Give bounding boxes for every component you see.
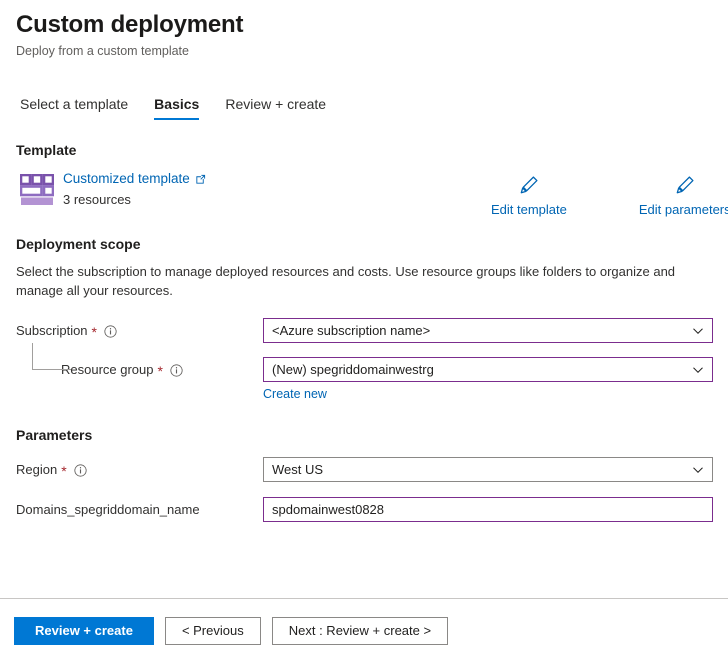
subscription-value: <Azure subscription name> — [272, 319, 686, 342]
template-resource-count: 3 resources — [63, 191, 206, 208]
domain-name-label: Domains_spegriddomain_name — [16, 501, 200, 519]
external-link-icon — [195, 174, 206, 185]
subscription-dropdown[interactable]: <Azure subscription name> — [263, 318, 713, 343]
resource-group-label-group: Resource group * — [16, 357, 263, 379]
template-grid-icon — [20, 174, 54, 206]
next-review-create-button[interactable]: Next : Review + create > — [272, 617, 448, 645]
deployment-scope-description: Select the subscription to manage deploy… — [16, 262, 676, 300]
tab-select-a-template[interactable]: Select a template — [20, 95, 128, 120]
resource-group-value: (New) spegriddomainwestrg — [272, 358, 686, 381]
page-header: Custom deployment Deploy from a custom t… — [0, 0, 728, 60]
page-title: Custom deployment — [16, 10, 728, 40]
edit-parameters-label: Edit parameters — [639, 202, 728, 218]
template-summary-row: Customized template 3 resources Edit tem… — [16, 170, 712, 214]
customized-template-label: Customized template — [63, 170, 190, 188]
required-indicator: * — [158, 364, 163, 378]
domain-name-input[interactable] — [263, 497, 713, 522]
create-new-resource-group-link[interactable]: Create new — [263, 386, 327, 403]
info-icon[interactable] — [104, 325, 117, 338]
customized-template-link[interactable]: Customized template — [63, 170, 206, 188]
chevron-down-icon — [692, 464, 704, 476]
previous-button[interactable]: < Previous — [165, 617, 261, 645]
page-subtitle: Deploy from a custom template — [16, 43, 728, 60]
info-icon[interactable] — [170, 364, 183, 377]
chevron-down-icon — [692, 364, 704, 376]
resource-group-row: Resource group * (New) spegriddomainwest… — [16, 357, 712, 403]
deployment-scope-heading: Deployment scope — [16, 236, 712, 252]
region-field-col: West US — [263, 457, 712, 482]
region-label: Region — [16, 461, 57, 479]
tab-review-create[interactable]: Review + create — [225, 95, 326, 120]
subscription-field-col: <Azure subscription name> — [263, 318, 712, 343]
review-create-button[interactable]: Review + create — [14, 617, 154, 645]
domain-name-row: Domains_spegriddomain_name — [16, 497, 712, 522]
region-value: West US — [272, 458, 686, 481]
domain-name-field-col — [263, 497, 712, 522]
parameters-heading: Parameters — [16, 427, 712, 443]
edit-template-action[interactable]: Edit template — [491, 174, 567, 218]
subscription-row: Subscription * <Azure subscription name> — [16, 318, 712, 343]
chevron-down-icon — [692, 325, 704, 337]
template-section-heading: Template — [16, 142, 712, 158]
tab-bar: Select a template Basics Review + create — [0, 90, 728, 120]
info-icon[interactable] — [74, 464, 87, 477]
page-content: Template Customized template 3 res — [0, 142, 728, 522]
region-row: Region * West US — [16, 457, 712, 482]
subscription-label-group: Subscription * — [16, 318, 263, 340]
tab-basics[interactable]: Basics — [154, 95, 199, 120]
template-text-block: Customized template 3 resources — [63, 170, 206, 208]
edit-parameters-action[interactable]: Edit parameters — [639, 174, 728, 218]
footer-actions: Review + create < Previous Next : Review… — [0, 599, 728, 662]
custom-deployment-page: Custom deployment Deploy from a custom t… — [0, 0, 728, 662]
required-indicator: * — [92, 325, 97, 339]
region-label-group: Region * — [16, 457, 263, 479]
edit-template-label: Edit template — [491, 202, 567, 218]
pencil-icon — [674, 174, 696, 196]
region-dropdown[interactable]: West US — [263, 457, 713, 482]
resource-group-dropdown[interactable]: (New) spegriddomainwestrg — [263, 357, 713, 382]
template-edit-actions: Edit template Edit parameters — [491, 174, 728, 218]
resource-group-label: Resource group — [61, 361, 154, 379]
resource-group-field-col: (New) spegriddomainwestrg Create new — [263, 357, 712, 403]
subscription-label: Subscription — [16, 322, 88, 340]
required-indicator: * — [61, 464, 66, 478]
pencil-icon — [518, 174, 540, 196]
domain-name-label-group: Domains_spegriddomain_name — [16, 497, 263, 519]
